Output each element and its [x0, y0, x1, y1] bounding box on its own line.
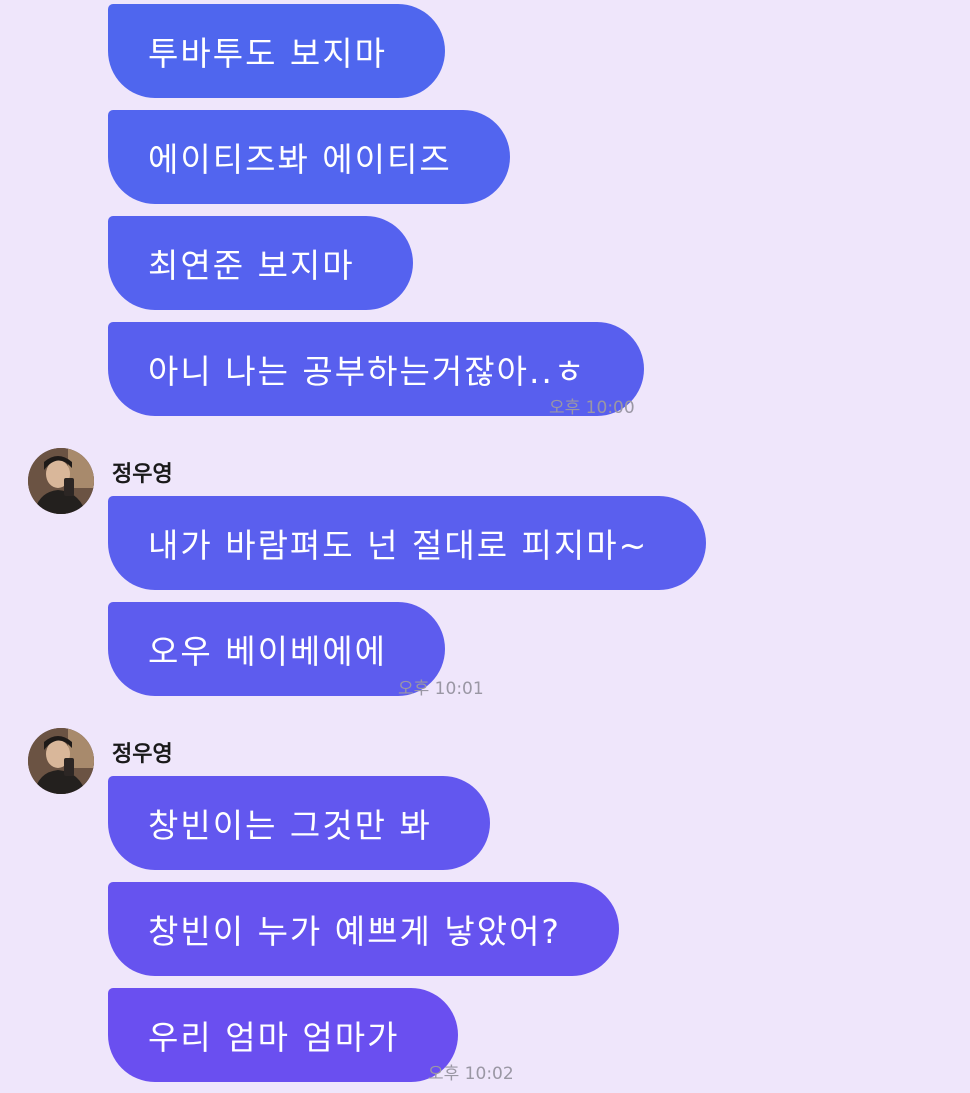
profile-photo-icon	[28, 728, 94, 794]
message-timestamp: 오후 10:01	[398, 679, 484, 699]
message-text: 창빈이 누가 예쁘게 낳았어?	[148, 912, 561, 951]
message-bubble[interactable]: 최연준 보지마	[108, 216, 413, 310]
message-bubble[interactable]: 창빈이는 그것만 봐	[108, 776, 490, 870]
message-text: 에이티즈봐 에이티즈	[148, 140, 452, 179]
message-bubble[interactable]: 에이티즈봐 에이티즈	[108, 110, 510, 204]
message-text: 창빈이는 그것만 봐	[148, 806, 432, 845]
message-bubble[interactable]: 내가 바람펴도 넌 절대로 피지마~	[108, 496, 707, 590]
message-bubble[interactable]: 오우 베이베에에	[108, 602, 446, 696]
message-bubble[interactable]: 창빈이 누가 예쁘게 낳았어?	[108, 882, 619, 976]
message-text: 우리 엄마 엄마가	[148, 1018, 400, 1057]
message-text: 내가 바람펴도 넌 절대로 피지마~	[148, 526, 649, 565]
message-text: 투바투도 보지마	[148, 34, 388, 73]
message-text: 아니 나는 공부하는거잖아..ㅎ	[148, 352, 587, 391]
message-bubble[interactable]: 투바투도 보지마	[108, 4, 446, 98]
message-timestamp: 오후 10:02	[428, 1064, 514, 1084]
profile-photo-icon	[28, 448, 94, 514]
sender-name: 정우영	[112, 462, 173, 487]
chat-area[interactable]: 투바투도 보지마 에이티즈봐 에이티즈 최연준 보지마 아니 나는 공부하는거잖…	[0, 0, 970, 1093]
message-bubble[interactable]: 우리 엄마 엄마가	[108, 988, 458, 1082]
sender-name: 정우영	[112, 742, 173, 767]
avatar[interactable]	[28, 448, 94, 514]
avatar[interactable]	[28, 728, 94, 794]
message-text: 오우 베이베에에	[148, 632, 388, 671]
message-timestamp: 오후 10:00	[549, 398, 635, 418]
message-text: 최연준 보지마	[148, 246, 355, 285]
